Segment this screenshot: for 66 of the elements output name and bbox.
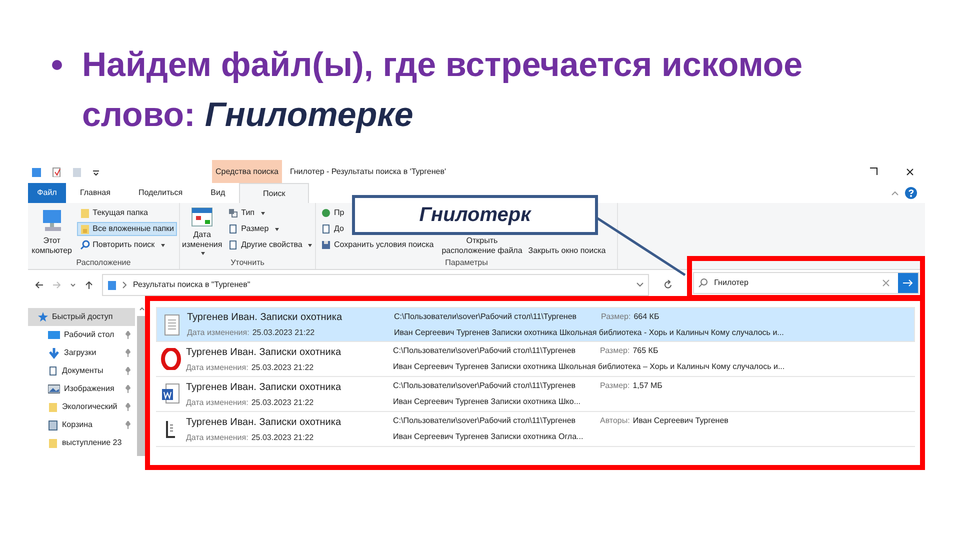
nav-item[interactable]: Быстрый доступ: [28, 308, 135, 326]
ribbon-button[interactable]: Тип: [225, 206, 316, 220]
ribbon-button[interactable]: Повторить поиск: [76, 238, 177, 252]
group-label: Уточнить: [230, 257, 266, 269]
file-name: Тургенев Иван. Записки охотника: [187, 311, 344, 325]
ribbon-button[interactable]: Пр: [318, 206, 348, 220]
date-value: 25.03.2023 21:22: [251, 362, 314, 374]
file-snippet: Иван Сергеевич Тургенев Записки охотника Огла...: [393, 431, 584, 443]
file-snippet: Иван Сергеевич Тургенев Записки охотника Школьная библиотека - Хорь и Калиныч Кому случалось и...: [394, 326, 784, 338]
search-field[interactable]: Гнилотер: [693, 272, 920, 294]
ribbon-tab[interactable]: Поделиться: [124, 183, 197, 203]
ribbon-button[interactable]: Этот компьютер: [30, 206, 74, 256]
date-value: 25.03.2023 21:22: [252, 327, 315, 339]
address-bar[interactable]: Результаты поиска в "Тургенев": [102, 274, 650, 296]
size-value: Иван Сергеевич Тургенев: [632, 415, 728, 427]
size-label: Размер:: [601, 310, 631, 322]
ribbon-button[interactable]: Текущая папка: [76, 206, 177, 220]
file-name: Тургенев Иван. Записки охотника: [186, 380, 342, 394]
ribbon-tab[interactable]: Поиск: [239, 183, 310, 203]
ribbon-button[interactable]: Дата изменения: [182, 206, 222, 256]
file-path: C:\Пользователи\sover\Рабочий стол\11\Тургенев: [394, 310, 578, 322]
size-label: Размер:: [600, 345, 630, 357]
size-label: Размер:: [600, 380, 630, 392]
file-name: Тургенев Иван. Записки охотника: [186, 416, 342, 430]
result-row[interactable]: Тургенев Иван. Записки охотника Дата изменения: 25.03.2023 21:22 C:\Пользователи\sover\Рабочий стол\11\Тургенев Размер: 1,57 МБ Иван Сергеевич Тургенев Записки охотника Шко...: [156, 377, 915, 412]
ribbon-button[interactable]: Все вложенные папки: [76, 222, 177, 236]
nav-item[interactable]: выступление 23: [28, 434, 135, 452]
file-path: C:\Пользователи\sover\Рабочий стол\11\Тургенев: [393, 415, 577, 427]
date-label: Дата изменения:: [186, 432, 248, 444]
ribbon-tab[interactable]: Вид: [196, 183, 240, 203]
nav-item[interactable]: Загрузки: [28, 344, 135, 362]
nav-item[interactable]: Изображения: [28, 380, 135, 398]
date-value: 25.03.2023 21:22: [251, 396, 314, 408]
ribbon-button[interactable]: Закрыть окно поиска: [526, 246, 608, 256]
ribbon-tab[interactable]: Файл: [28, 183, 66, 203]
file-path: C:\Пользователи\sover\Рабочий стол\11\Тургенев: [393, 380, 577, 392]
nav-item[interactable]: Экологический: [28, 398, 135, 416]
file-path: C:\Пользователи\sover\Рабочий стол\11\Тургенев: [393, 345, 577, 357]
date-label: Дата изменения:: [186, 362, 248, 374]
file-snippet: Иван Сергеевич Тургенев Записки охотника Шко...: [393, 396, 581, 408]
nav-item[interactable]: Рабочий стол: [28, 326, 135, 344]
size-value: 664 КБ: [634, 310, 660, 322]
nav-item[interactable]: Корзина: [28, 416, 135, 434]
group-label: Расположение: [75, 257, 132, 269]
ribbon-button[interactable]: Размер: [225, 222, 316, 236]
callout-label: Гнилотерк: [352, 195, 598, 235]
address-path: Результаты поиска в "Тургенев": [133, 279, 252, 291]
group-label: Параметры: [444, 257, 489, 269]
file-name: Тургенев Иван. Записки охотника: [186, 346, 342, 360]
ribbon-tab[interactable]: Главная: [66, 183, 124, 203]
date-label: Дата изменения:: [186, 396, 248, 408]
result-row[interactable]: Тургенев Иван. Записки охотника Дата изменения: 25.03.2023 21:22 C:\Пользователи\sover\Рабочий стол\11\Тургенев Авторы: Иван Сергеевич Тургенев Иван Сергеевич Тургенев Записки охотника Огла...: [156, 412, 915, 447]
date-value: 25.03.2023 21:22: [251, 432, 314, 444]
size-value: 1,57 МБ: [632, 380, 662, 392]
ribbon-button[interactable]: Сохранить условия поиска: [318, 238, 437, 252]
contextual-tab-header: Средства поиска: [212, 160, 282, 183]
window-title: Гнилотер - Результаты поиска в 'Тургенев': [290, 166, 447, 178]
size-value: 765 КБ: [632, 345, 658, 357]
nav-item[interactable]: Документы: [28, 362, 135, 380]
ribbon-button[interactable]: Открыть расположение файла: [441, 236, 523, 256]
ribbon-button[interactable]: До: [318, 222, 347, 236]
slide-heading: Найдем файл(ы), где встречается искомое слово: Гнилотерке: [82, 45, 804, 136]
ribbon-button[interactable]: Другие свойства: [225, 238, 316, 252]
date-label: Дата изменения:: [187, 327, 250, 339]
size-label: Авторы:: [600, 415, 630, 427]
file-snippet: Иван Сергеевич Тургенев Записки охотника Школьная библиотека – Хорь и Калиныч Кому случалось и...: [393, 361, 785, 373]
